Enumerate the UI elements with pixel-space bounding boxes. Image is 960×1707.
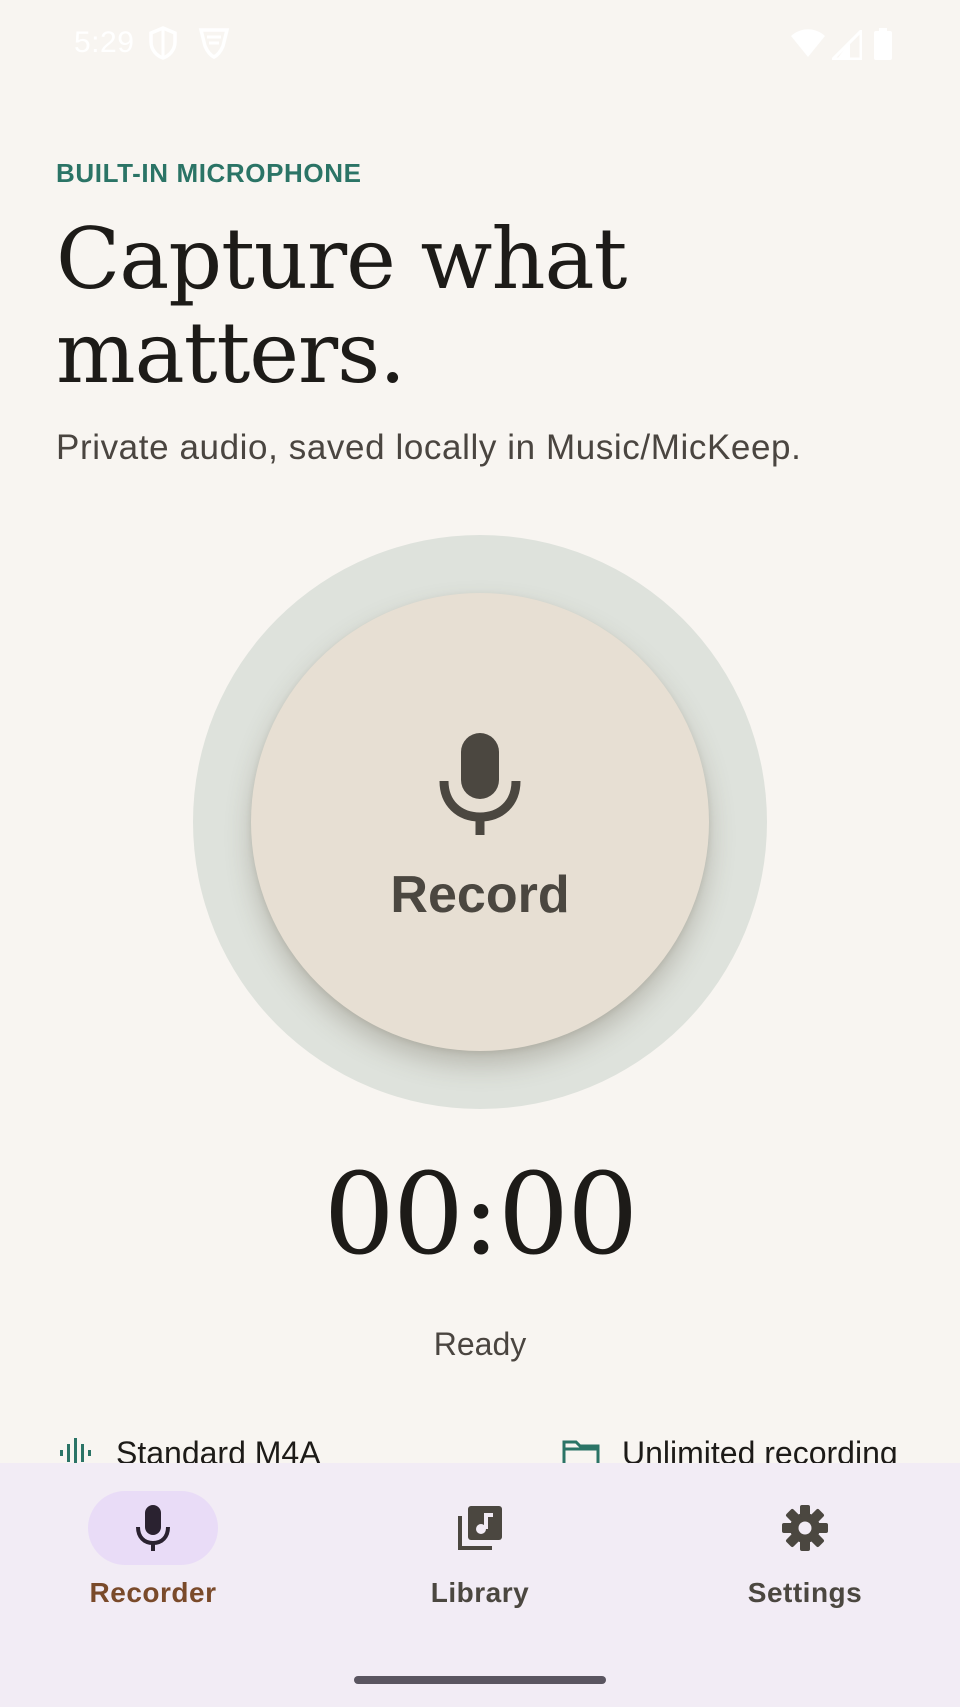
record-button-label: Record: [390, 866, 570, 924]
gear-icon: [782, 1505, 828, 1551]
vpn-shield-icon: [198, 28, 230, 59]
nav-item-library[interactable]: Library: [370, 1491, 590, 1621]
nav-label-recorder: Recorder: [89, 1577, 217, 1608]
battery-icon: [874, 28, 892, 60]
nav-pill-recorder: [88, 1491, 218, 1565]
wifi-icon: [791, 29, 825, 57]
nav-pill-settings: [740, 1491, 870, 1565]
mic-icon: [439, 733, 521, 835]
nav-label-settings: Settings: [747, 1577, 863, 1608]
elapsed-timer: 00:00: [323, 1150, 639, 1280]
library-music-icon: [458, 1506, 502, 1550]
nav-item-recorder[interactable]: Recorder: [43, 1491, 263, 1621]
recording-state: Ready: [433, 1326, 527, 1362]
headline-line-2: matters.: [56, 304, 406, 402]
shield-icon: [149, 26, 177, 60]
nav-pill-library: [415, 1491, 545, 1565]
headline-line-1: Capture what: [56, 210, 627, 308]
status-time: 5:29: [74, 26, 135, 59]
status-bar: 5:29: [0, 0, 960, 90]
record-button[interactable]: Record: [251, 593, 709, 1051]
bottom-nav: Recorder Library Settings: [0, 1463, 960, 1707]
nav-item-settings[interactable]: Settings: [695, 1491, 915, 1621]
nav-label-library: Library: [430, 1577, 530, 1608]
microphone-source-label: BUILT-IN MICROPHONE: [56, 158, 362, 188]
page-subtitle: Private audio, saved locally in Music/Mi…: [56, 428, 802, 467]
signal-icon: [832, 30, 862, 60]
mic-icon: [136, 1505, 170, 1551]
home-indicator[interactable]: [354, 1676, 606, 1684]
page-title: Capture what matters.: [56, 212, 916, 400]
